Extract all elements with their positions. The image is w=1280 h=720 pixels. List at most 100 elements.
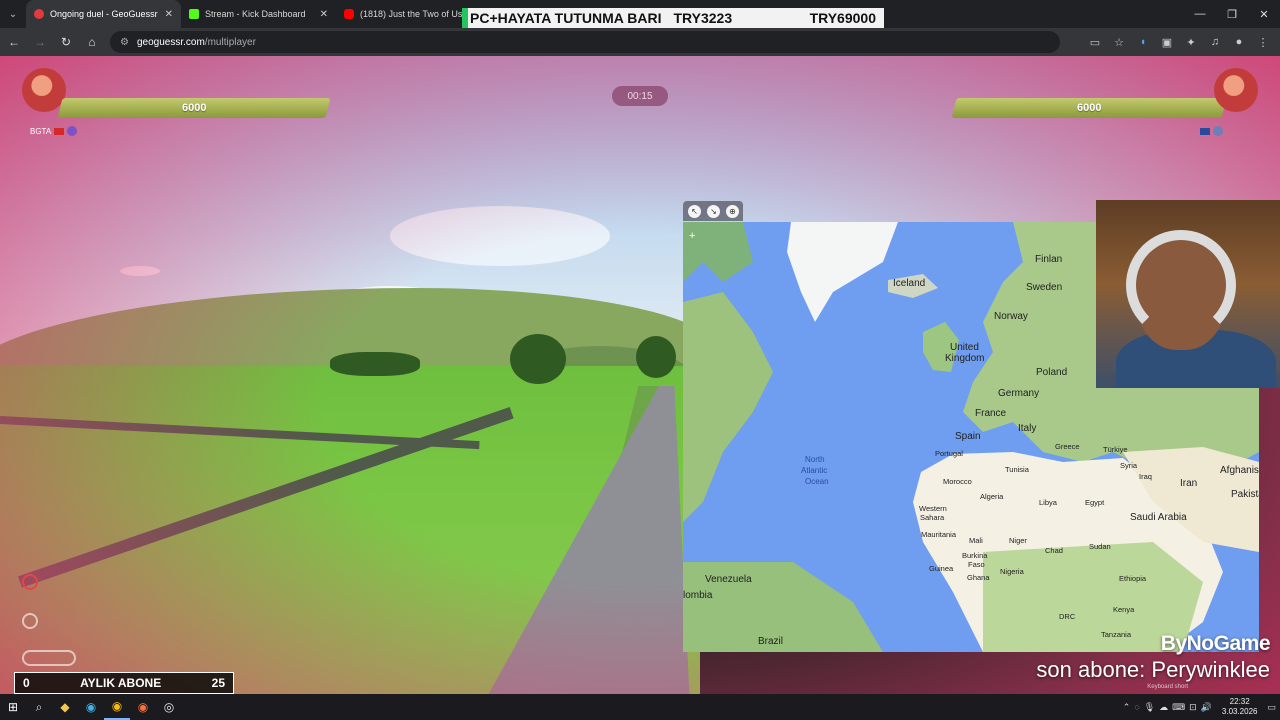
url-path: /multiplayer [204, 36, 256, 48]
map-label-kenya: Kenya [1113, 605, 1135, 614]
map-label-afghanistan: Afghanis [1220, 465, 1259, 476]
edge-icon[interactable]: ◉ [78, 694, 104, 720]
map-label-algeria: Algeria [980, 492, 1004, 501]
forward-icon[interactable]: → [28, 30, 52, 54]
player1-name: BGTA [30, 126, 52, 136]
chrome-icon[interactable]: ◉ [104, 694, 130, 720]
map-label-pakistan: Pakista [1231, 489, 1259, 500]
zoom-controls-icon[interactable] [22, 650, 76, 666]
turkey-flag-icon [54, 127, 65, 135]
map-label-libya: Libya [1039, 498, 1057, 507]
donation-ticker: PC+HAYATA TUTUNMA BARI TRY3223 TRY69000 [462, 8, 884, 28]
media-controls-icon[interactable]: ♫ [1206, 33, 1224, 51]
tab-close-icon[interactable]: ✕ [320, 9, 328, 20]
browser-toolbar: ← → ↻ ⌂ ⚙ geoguessr.com/multiplayer ▭ ☆ … [0, 28, 1280, 56]
home-icon[interactable]: ⌂ [80, 30, 104, 54]
map-pin-icon[interactable]: ⊕ [726, 204, 739, 218]
cloud [390, 206, 610, 266]
map-label-guinea: Guinea [929, 564, 954, 573]
geoguessr-game-view[interactable]: 6000 BGTA 00:15 6000 ↖ ↘ ⊕ + Iceland Fin… [0, 56, 1280, 694]
chrome-menu-icon[interactable]: ⋮ [1254, 33, 1272, 51]
bookmark-star-icon[interactable]: ☆ [1110, 33, 1128, 51]
obs-icon[interactable]: ◎ [156, 694, 182, 720]
player2-info [1200, 126, 1223, 136]
player2-health-value: 6000 [1076, 102, 1102, 114]
app-pinned-icon[interactable]: ◆ [52, 694, 78, 720]
player1-avatar [22, 68, 66, 112]
search-icon[interactable]: ⌕ [26, 694, 52, 720]
notifications-icon[interactable]: ▭ [1267, 702, 1276, 713]
volume-icon[interactable]: 🔊 [1201, 702, 1212, 713]
tab-close-icon[interactable]: ✕ [165, 9, 173, 20]
map-shrink-icon[interactable]: ↘ [707, 204, 720, 218]
tray-cloud-icon[interactable]: ☁ [1159, 702, 1168, 713]
extensions-puzzle-icon[interactable]: ✦ [1182, 33, 1200, 51]
monthly-sub-goal: 0 AYLIK ABONE 25 [14, 672, 234, 694]
sub-goal-target: 25 [211, 676, 225, 690]
map-label-poland: Poland [1036, 367, 1068, 378]
tab-title: Ongoing duel - GeoGuessr [50, 9, 158, 19]
firefox-icon[interactable]: ◉ [130, 694, 156, 720]
map-label-egypt: Egypt [1085, 498, 1105, 507]
map-label-colombia: lombia [683, 590, 713, 601]
player1-health-bar: 6000 [57, 98, 331, 118]
sub-goal-label: AYLIK ABONE [80, 676, 162, 690]
map-label-western-sahara-1: Western [919, 504, 947, 513]
map-label-morocco: Morocco [943, 477, 972, 486]
cast-icon[interactable]: ▭ [1086, 33, 1104, 51]
map-label-atlantic-2: Atlantic [801, 466, 828, 475]
reload-icon[interactable]: ↻ [54, 30, 78, 54]
windows-start-icon[interactable]: ⊞ [0, 694, 26, 720]
streamer-webcam [1096, 200, 1280, 388]
toolbar-actions: ▭ ☆ ◖ ▣ ✦ ♫ ● ⋮ [1086, 33, 1280, 51]
map-zoom-in-icon[interactable]: + [689, 230, 695, 242]
map-label-france: France [975, 408, 1007, 419]
map-label-portugal: Portugal [935, 449, 963, 458]
map-size-controls: ↖ ↘ ⊕ [683, 201, 743, 221]
extension-audio-icon[interactable]: ◖ [1134, 33, 1152, 51]
tree [636, 336, 676, 378]
profile-avatar-icon[interactable]: ● [1230, 33, 1248, 51]
map-label-venezuela: Venezuela [705, 574, 752, 585]
map-label-nigeria: Nigeria [1000, 567, 1024, 576]
compass-icon[interactable] [22, 574, 38, 590]
keyboard-icon[interactable]: ⌨ [1172, 702, 1185, 713]
map-label-uk-line1: United [950, 342, 979, 353]
map-label-sweden: Sweden [1026, 282, 1063, 293]
player2-health-bar: 6000 [951, 98, 1227, 118]
round-timer: 00:15 [612, 86, 668, 106]
tab-kick-dashboard[interactable]: Stream - Kick Dashboard ✕ [181, 0, 336, 28]
network-icon[interactable]: ⊡ [1189, 702, 1197, 713]
map-label-germany: Germany [998, 388, 1040, 399]
tree [510, 334, 566, 384]
restore-icon[interactable]: ❐ [1216, 0, 1248, 28]
sub-goal-current: 0 [23, 676, 30, 690]
headphones-icon [1126, 230, 1236, 340]
system-clock[interactable]: 22:32 3.03.2026 [1216, 697, 1264, 717]
tab-search-icon[interactable]: ⌄ [0, 0, 26, 28]
address-bar[interactable]: ⚙ geoguessr.com/multiplayer [110, 31, 1060, 53]
uk-flag-icon [1200, 127, 1210, 135]
site-info-icon[interactable]: ⚙ [120, 37, 129, 48]
map-label-burkina-1: Burkina [962, 551, 988, 560]
map-label-iraq: Iraq [1139, 472, 1152, 481]
ticker-target-amount: TRY69000 [809, 10, 876, 26]
settings-icon[interactable] [22, 613, 38, 629]
microphone-icon[interactable]: 🎙 [1144, 702, 1155, 713]
map-label-finland: Finlan [1035, 254, 1063, 265]
map-label-western-sahara-2: Sahara [920, 513, 945, 522]
back-icon[interactable]: ← [2, 30, 26, 54]
map-expand-icon[interactable]: ↖ [688, 204, 701, 218]
minimize-icon[interactable]: — [1184, 0, 1216, 28]
tab-geoguessr[interactable]: Ongoing duel - GeoGuessr ✕ [26, 0, 181, 28]
map-label-spain: Spain [955, 431, 981, 442]
extension-window-icon[interactable]: ▣ [1158, 33, 1176, 51]
tray-expand-icon[interactable]: ⌃ [1123, 702, 1131, 713]
map-label-mali: Mali [969, 536, 983, 545]
map-label-atlantic-3: Ocean [805, 477, 829, 486]
sponsor-brand: ByNoGame [1160, 632, 1271, 655]
map-label-ethiopia: Ethiopia [1119, 574, 1147, 583]
url-host: geoguessr.com [136, 36, 205, 48]
close-icon[interactable]: ✕ [1248, 0, 1280, 28]
tray-app-icon[interactable]: ◌ [1134, 702, 1139, 712]
